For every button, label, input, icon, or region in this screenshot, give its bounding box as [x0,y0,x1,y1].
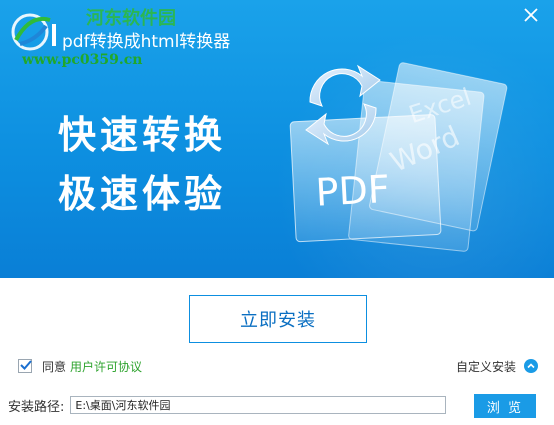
pdf-label: PDF [315,167,391,215]
agreement-row: 同意 用户许可协议 [18,356,142,376]
word-card: Word [348,79,485,252]
custom-install-label: 自定义安装 [455,359,516,374]
check-icon [20,360,32,370]
install-now-button[interactable]: 立即安装 [189,295,367,343]
install-path-row: 安装路径: [8,394,447,416]
app-title: pdf转换成html转换器 [62,32,231,52]
slogan-line-1: 快速转换 [58,113,227,157]
browse-button[interactable]: 浏 览 [474,394,536,418]
chevron-up-icon[interactable] [524,359,538,373]
word-label: Word [385,119,464,178]
agree-checkbox[interactable] [18,359,32,373]
custom-install-toggle[interactable]: 自定义安装 [456,356,538,376]
agree-label: 同意 [42,359,67,374]
excel-label: Excel [405,83,474,129]
document-cards-illustration: Excel Word PDF [289,62,508,252]
refresh-arrows-icon [305,64,381,146]
install-path-input[interactable] [70,396,447,414]
install-path-label: 安装路径: [8,399,65,415]
app-logo-icon [11,13,56,51]
excel-card: Excel [369,62,508,232]
pdf-card: PDF [289,114,442,243]
header-banner: 河东软件园 pdf转换成html转换器 www.pc0359.cn 快速转换 极… [0,0,554,278]
slogan-line-2: 极速体验 [58,172,227,216]
watermark-site: www.pc0359.cn [22,52,143,68]
close-icon[interactable] [522,6,540,24]
license-agreement-link[interactable]: 用户许可协议 [70,358,142,375]
